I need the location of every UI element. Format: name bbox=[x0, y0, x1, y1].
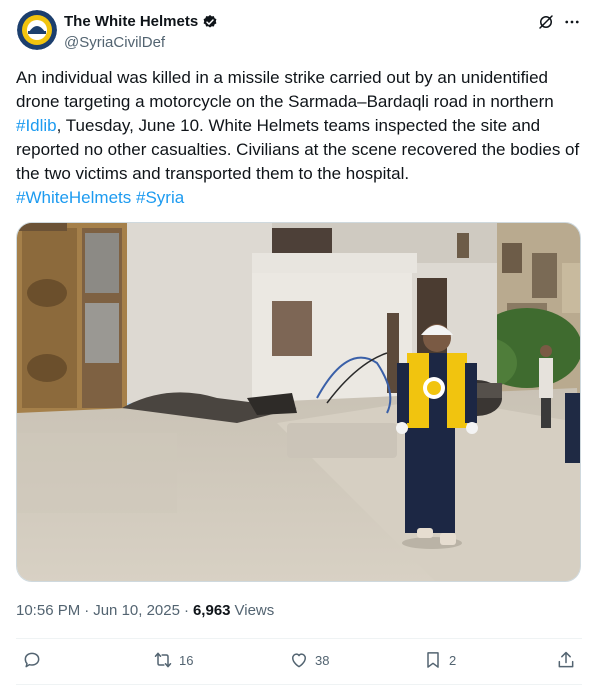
retweet-count: 16 bbox=[179, 652, 194, 668]
share-icon bbox=[558, 651, 574, 668]
views-count: 6,963 bbox=[192, 602, 231, 619]
grok-icon[interactable] bbox=[536, 12, 556, 32]
author-name-text: The White Helmets bbox=[64, 13, 199, 30]
reply-button[interactable] bbox=[22, 650, 48, 670]
verified-badge-icon bbox=[203, 14, 217, 28]
white-helmets-logo bbox=[17, 10, 57, 50]
author-name[interactable]: The White Helmets bbox=[64, 13, 218, 30]
views-label: Views bbox=[234, 602, 275, 619]
like-button[interactable]: 38 bbox=[289, 650, 329, 670]
bookmark-icon bbox=[427, 652, 439, 668]
reply-icon bbox=[24, 652, 40, 668]
meta-separator: · bbox=[84, 602, 90, 619]
tweet-text-rest: , Tuesday, June 10. White Helmets teams … bbox=[16, 116, 580, 183]
author-handle[interactable]: @SyriaCivilDef bbox=[64, 34, 165, 51]
retweet-button[interactable]: 16 bbox=[153, 650, 193, 670]
heart-icon bbox=[292, 653, 306, 668]
bookmark-button[interactable]: 2 bbox=[423, 650, 456, 670]
share-button[interactable] bbox=[556, 650, 576, 670]
more-icon[interactable] bbox=[562, 12, 582, 32]
tweet-text-lead: An individual was killed in a missile st… bbox=[16, 68, 554, 111]
photo-scene bbox=[17, 223, 580, 581]
hashtag-whitehelmets[interactable]: #WhiteHelmets bbox=[16, 188, 131, 207]
tweet-hashtags: #WhiteHelmets #Syria bbox=[16, 186, 586, 210]
avatar[interactable] bbox=[17, 10, 57, 50]
tweet-date[interactable]: Jun 10, 2025 bbox=[93, 602, 180, 619]
tweet-meta: 10:56 PM · Jun 10, 2025 · 6,963 Views bbox=[16, 602, 274, 619]
tweet-photo[interactable] bbox=[16, 222, 581, 582]
like-count: 38 bbox=[315, 652, 330, 668]
hashtag-idlib[interactable]: #Idlib bbox=[16, 116, 57, 135]
divider bbox=[16, 638, 582, 639]
meta-separator: · bbox=[183, 602, 189, 619]
hashtag-syria[interactable]: #Syria bbox=[136, 188, 184, 207]
retweet-icon bbox=[154, 652, 172, 668]
tweet-time[interactable]: 10:56 PM bbox=[16, 602, 80, 619]
divider bbox=[16, 684, 582, 685]
tweet-body: An individual was killed in a missile st… bbox=[16, 66, 586, 186]
tweet-actions: 16 38 2 bbox=[16, 648, 582, 676]
bookmark-count: 2 bbox=[449, 652, 457, 668]
tweet-text: An individual was killed in a missile st… bbox=[16, 66, 586, 210]
